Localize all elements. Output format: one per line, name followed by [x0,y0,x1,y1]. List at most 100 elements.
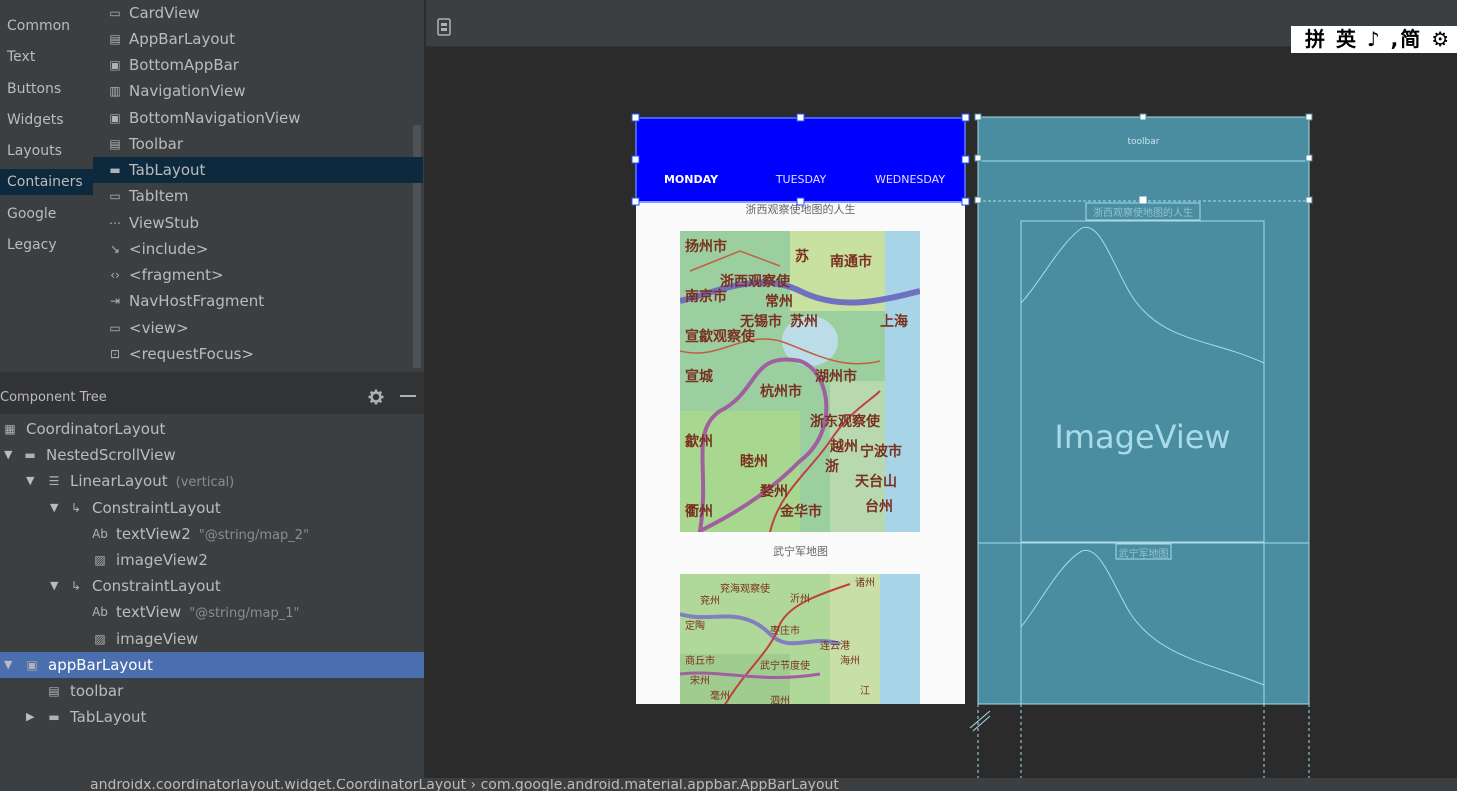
blueprint-caption-2: 武宁军地图 [1118,549,1169,560]
svg-text:南通市: 南通市 [830,253,872,270]
tablayout-icon: ▬ [48,710,60,725]
palette-item[interactable]: ▥ NavigationView [93,78,423,104]
palette-item-label: <fragment> [129,266,224,284]
map-image-2[interactable]: 兖海观察使兖州 沂州 诸州定陶 枣庄市 连云港商丘市 武宁节度使 宋州 海州毫州 泗州 江 [680,574,920,704]
svg-text:宣城: 宣城 [685,368,713,385]
tree-node[interactable]: ▤ toolbar [0,678,424,704]
palette-item[interactable]: ▤ Toolbar [93,131,423,157]
ime-toolbar[interactable]: 拼 英 ♪ ,简 ⚙ [1291,26,1457,53]
panel-splitter[interactable] [0,372,424,380]
svg-text:睦州: 睦州 [740,453,768,470]
tree-node[interactable]: Ab textView2 "@string/map_2" [0,521,424,547]
palette-item[interactable]: ▬ TabLayout [93,157,423,183]
tree-node-name: NestedScrollView [46,446,176,465]
bottomnavigationview-icon: ▣ [109,111,121,125]
appbarlayout-icon: ▣ [26,657,38,672]
component-tree-title: Component Tree [0,390,107,405]
tree-node[interactable]: ▦ CoordinatorLayout [0,416,424,442]
cardview-icon: ▭ [109,6,121,20]
palette-item[interactable]: ▣ BottomAppBar [93,52,423,78]
category-widgets[interactable]: Widgets [0,107,93,133]
category-legacy[interactable]: Legacy [0,232,93,258]
palette-item[interactable]: ⊡ <requestFocus> [93,341,423,367]
blueprint-toolbar-label: toolbar [1127,137,1160,147]
palette-item[interactable]: ▭ <view> [93,315,423,341]
svg-text:越州: 越州 [829,438,858,455]
svg-text:浙东观察使: 浙东观察使 [810,413,881,430]
category-buttons[interactable]: Buttons [0,76,93,102]
palette-item[interactable]: ⇥ NavHostFragment [93,288,423,314]
tree-node[interactable]: ▼ ▣ appBarLayout [0,651,424,678]
tree-node[interactable]: ▼ ▬ NestedScrollView [0,442,424,468]
chevron-down-icon[interactable]: ▼ [26,468,38,494]
svg-text:无锡市: 无锡市 [739,313,782,330]
svg-text:常州: 常州 [765,293,793,310]
svg-text:浙: 浙 [825,458,839,475]
chevron-right-icon[interactable]: ▶ [26,704,38,730]
chevron-down-icon[interactable]: ▼ [4,652,16,678]
tree-node-label: ConstraintLayout [92,495,221,521]
tree-node-name: ConstraintLayout [92,498,221,517]
palette-item[interactable]: ‹› <fragment> [93,262,423,288]
chevron-down-icon[interactable]: ▼ [50,495,62,521]
tree-node[interactable]: ▼ ↳ ConstraintLayout [0,495,424,521]
tree-node-name: toolbar [70,682,124,700]
category-google[interactable]: Google [0,201,93,227]
tree-node-name: appBarLayout [48,655,153,674]
palette-item-label: <view> [129,319,189,337]
chevron-down-icon[interactable]: ▼ [50,573,62,599]
device-icon[interactable] [437,18,451,36]
chevron-down-icon[interactable]: ▼ [4,442,16,468]
tree-node[interactable]: ▨ imageView [0,626,424,652]
palette-item[interactable]: ↘ <include> [93,236,423,262]
palette-categories: Common Text Buttons Widgets Layouts Container… [0,0,93,372]
palette-item-label: CardView [129,4,200,22]
tree-node-hint: (vertical) [175,475,235,491]
constraintlayout-icon: ↳ [70,500,82,515]
svg-text:宋州: 宋州 [690,674,710,687]
svg-text:诸州: 诸州 [855,577,875,589]
svg-text:歙州: 歙州 [684,433,713,450]
breadcrumb[interactable]: androidx.coordinatorlayout.widget.Coordi… [90,779,839,791]
tree-node-name: imageView2 [116,551,208,569]
svg-text:婺州: 婺州 [760,483,788,500]
svg-text:苏: 苏 [795,248,809,265]
coordinatorlayout-icon: ▦ [4,422,16,436]
palette-item-label: BottomNavigationView [129,109,301,127]
component-tree-header: Component Tree [0,380,424,414]
tree-node-label: textView "@string/map_1" [116,599,300,627]
svg-text:上海: 上海 [880,313,908,330]
tree-node[interactable]: Ab textView "@string/map_1" [0,599,424,625]
tree-node-label: ConstraintLayout [92,573,221,599]
svg-text:金华市: 金华市 [779,503,822,520]
palette-item-label: BottomAppBar [129,56,239,74]
svg-text:宣歙观察使: 宣歙观察使 [685,328,756,345]
tablayout-icon: ▬ [109,163,121,177]
palette-item[interactable]: ▭ TabItem [93,183,423,209]
selection-outline[interactable] [631,113,970,206]
palette-item[interactable]: ▭ CardView [93,0,423,26]
tree-node-label: NestedScrollView [46,442,176,468]
tree-node[interactable]: ▶ ▬ TabLayout [0,704,424,730]
svg-text:连云港: 连云港 [820,639,850,652]
map-image-1[interactable]: 扬州市苏 南通市 浙西观察使南京市 常州 宣歙观察使无锡市 苏州 上海宣城杭州市 湖州… [680,231,920,532]
minimize-icon[interactable] [400,395,416,399]
category-text[interactable]: Text [0,44,93,70]
category-containers[interactable]: Containers [0,169,93,195]
gear-icon[interactable] [368,389,384,405]
svg-text:杭州市: 杭州市 [760,383,802,400]
category-layouts[interactable]: Layouts [0,138,93,164]
palette-item[interactable]: ▤ AppBarLayout [93,26,423,52]
toolbar-icon: ▤ [48,684,60,698]
palette-item-label: Toolbar [129,135,184,153]
tree-node-hint: "@string/map_1" [189,606,300,622]
component-tree-panel: Component Tree ▦ CoordinatorLayout ▼ ▬ Neste… [0,380,424,778]
category-common[interactable]: Common [0,13,93,39]
palette-item-label: AppBarLayout [129,30,235,48]
tree-node[interactable]: ▼ ↳ ConstraintLayout [0,573,424,599]
tree-node[interactable]: ▨ imageView2 [0,547,424,573]
palette-item[interactable]: ▣ BottomNavigationView [93,105,423,131]
palette-item[interactable]: ⋯ ViewStub [93,210,423,236]
tree-node[interactable]: ▼ ☰ LinearLayout (vertical) [0,468,424,494]
svg-text:浙西观察使: 浙西观察使 [720,273,791,290]
